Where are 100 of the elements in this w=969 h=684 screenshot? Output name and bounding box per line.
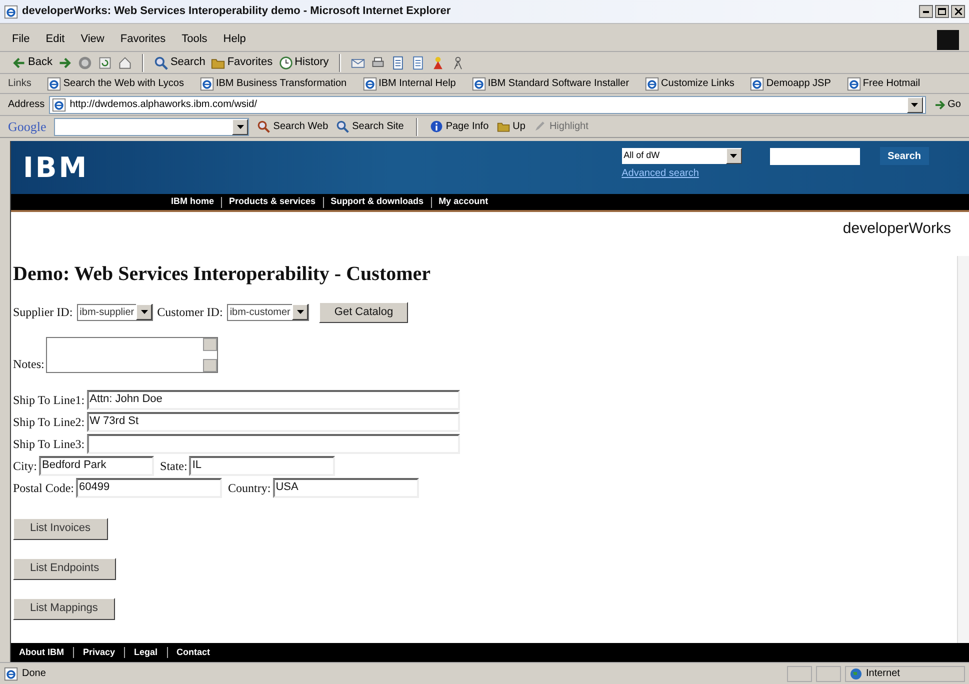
menu-item[interactable]: Favorites: [120, 31, 166, 48]
text-field[interactable]: 60499: [76, 478, 222, 498]
scope-dropdown[interactable]: All of dW: [622, 148, 742, 164]
page-heading: Demo: Web Services Interoperability - Customer: [13, 262, 432, 286]
field-label: Country:: [228, 480, 271, 496]
document-icon[interactable]: [410, 56, 425, 70]
link-button[interactable]: IBM Standard Software Installer: [472, 76, 630, 91]
field-label: State:: [160, 458, 188, 474]
nav-link[interactable]: IBM home: [171, 195, 214, 209]
nav-link[interactable]: Support & downloads: [330, 195, 424, 209]
status-pane: [787, 666, 812, 682]
scrollbar[interactable]: [203, 338, 218, 372]
list-button[interactable]: List Invoices: [13, 518, 108, 540]
page-icon: [4, 4, 18, 18]
brand-name: developerWorks: [842, 219, 951, 239]
status-pane: [816, 666, 841, 682]
google-toolbar-button[interactable]: Highlight: [533, 119, 588, 134]
go-button[interactable]: Go: [930, 97, 961, 112]
toolbar-button[interactable]: Search: [154, 54, 206, 71]
text-field[interactable]: W 73rd St: [86, 412, 460, 432]
pen-icon: [533, 120, 546, 133]
page-icon: [362, 76, 377, 90]
menu-item[interactable]: Tools: [182, 31, 208, 48]
google-toolbar-button[interactable]: Up: [496, 119, 526, 134]
link-button[interactable]: Demoapp JSP: [750, 76, 831, 91]
page-icon: [52, 98, 66, 112]
minimize-icon[interactable]: [919, 5, 933, 18]
google-search-field[interactable]: [54, 118, 250, 136]
toolbar-button[interactable]: Back: [12, 54, 52, 71]
dropdown[interactable]: ibm-customer: [226, 304, 310, 320]
nav-link[interactable]: Products & services: [229, 195, 316, 209]
search-icon: [257, 120, 270, 133]
links-label: Links: [8, 77, 32, 91]
field-label: Ship To Line1:: [13, 392, 85, 408]
page-icon: [846, 76, 861, 90]
field-label: City:: [13, 458, 38, 474]
list-button[interactable]: List Mappings: [13, 598, 115, 620]
text-field[interactable]: Bedford Park: [39, 456, 154, 476]
menu-item[interactable]: Help: [223, 31, 246, 48]
link-button[interactable]: IBM Internal Help: [362, 76, 456, 91]
throbber-icon: [937, 30, 959, 50]
notes-textarea[interactable]: [46, 336, 218, 372]
folder-icon: [496, 120, 510, 133]
address-label: Address: [8, 98, 45, 112]
get-catalog-button[interactable]: Get Catalog: [319, 302, 408, 322]
field-label: Ship To Line2:: [13, 414, 85, 430]
info-icon: [430, 120, 443, 133]
link-button[interactable]: Customize Links: [645, 76, 734, 91]
window-title: developerWorks: Web Services Interoperability demo - Microsoft Internet Explorer: [22, 4, 452, 20]
list-button[interactable]: List Endpoints: [13, 558, 116, 580]
arrow-right-icon: [934, 98, 946, 110]
toolbar-button[interactable]: Favorites: [211, 54, 273, 71]
page-icon: [47, 76, 62, 90]
google-toolbar-button[interactable]: Search Web: [257, 119, 328, 134]
globe-icon: [850, 668, 862, 680]
text-field[interactable]: [86, 434, 460, 454]
text-field[interactable]: Attn: John Doe: [86, 390, 460, 410]
maximize-icon[interactable]: [935, 5, 949, 18]
field-label: Postal Code:: [13, 480, 74, 496]
field-label: Ship To Line3:: [13, 436, 85, 452]
text-field[interactable]: IL: [189, 456, 336, 476]
printer-icon[interactable]: [370, 56, 385, 70]
home-icon[interactable]: [118, 56, 132, 70]
footer-link[interactable]: Privacy: [83, 646, 116, 660]
footer-link[interactable]: Contact: [176, 646, 210, 660]
menu-item[interactable]: Edit: [46, 31, 65, 48]
link-button[interactable]: IBM Business Transformation: [200, 76, 347, 91]
advanced-search-link[interactable]: Advanced search: [622, 166, 742, 181]
link-button[interactable]: Search the Web with Lycos: [47, 76, 184, 91]
clock-icon: [278, 56, 293, 70]
google-toolbar-button[interactable]: Page Info: [430, 119, 489, 134]
zone-text: Internet: [866, 667, 900, 681]
address-field[interactable]: http://dwdemos.alphaworks.ibm.com/wsid/: [48, 96, 926, 114]
document-icon[interactable]: [390, 56, 405, 70]
field-label: Customer ID:: [157, 304, 223, 321]
menu-item[interactable]: View: [80, 31, 104, 48]
page-icon: [750, 76, 764, 90]
page-icon: [4, 666, 18, 680]
search-field[interactable]: [770, 148, 860, 165]
scrollbar[interactable]: [957, 256, 969, 643]
footer-link[interactable]: Legal: [134, 646, 158, 660]
search-button[interactable]: Search: [880, 147, 929, 165]
dropdown[interactable]: ibm-supplier: [76, 304, 154, 320]
page-icon: [200, 76, 214, 90]
menu-item[interactable]: File: [12, 31, 30, 48]
arrow-left-icon: [12, 56, 26, 70]
page-icon: [645, 76, 660, 90]
text-field[interactable]: USA: [272, 478, 419, 498]
google-toolbar-button[interactable]: Search Site: [336, 119, 404, 134]
field-label: Supplier ID:: [13, 304, 73, 321]
footer-link[interactable]: About IBM: [19, 646, 64, 660]
google-logo: Google: [8, 118, 46, 136]
toolbar-button[interactable]: History: [278, 54, 329, 71]
link-button[interactable]: Free Hotmail: [846, 76, 920, 91]
refresh-icon[interactable]: [98, 56, 112, 70]
page-icon: [472, 76, 486, 90]
close-icon[interactable]: [951, 5, 965, 18]
nav-link[interactable]: My account: [438, 195, 488, 209]
search-icon: [336, 120, 350, 133]
arrow-right-icon[interactable]: [58, 56, 72, 70]
